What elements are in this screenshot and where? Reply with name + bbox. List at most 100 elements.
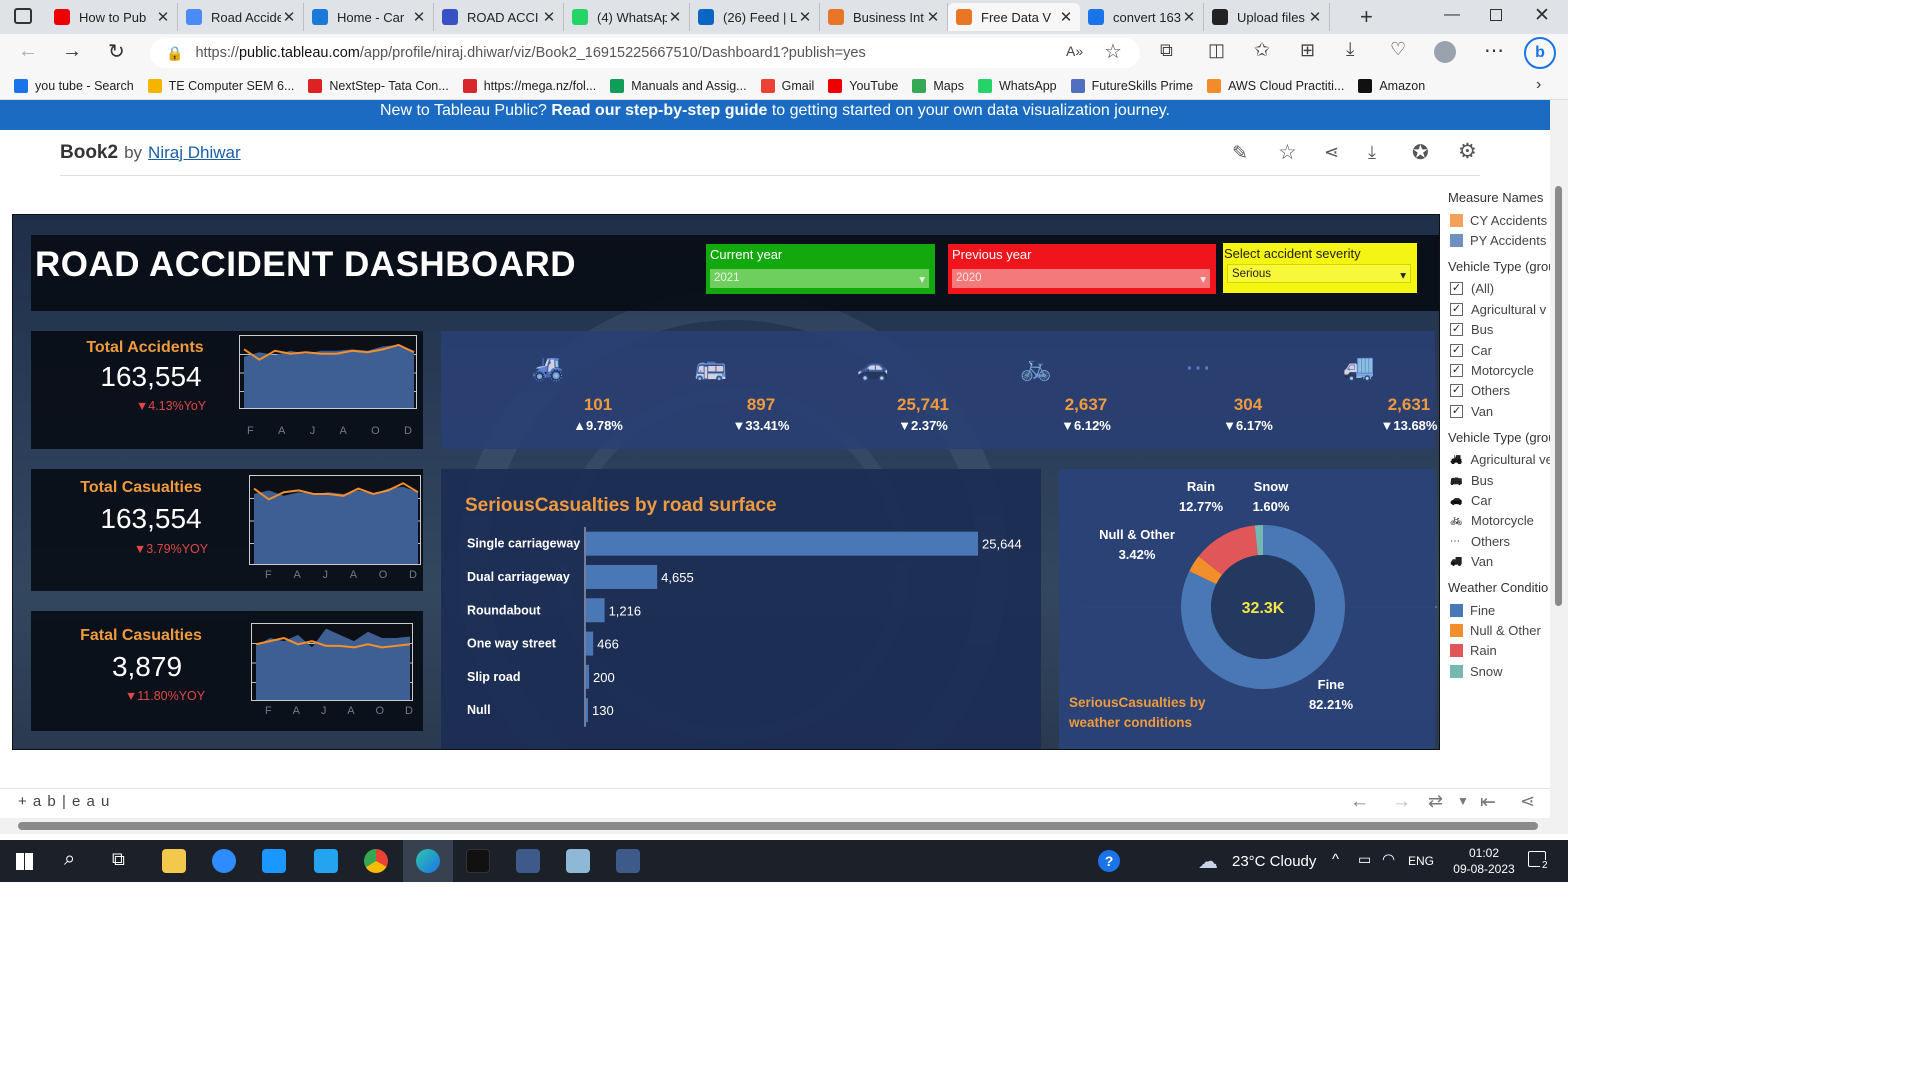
weather-text[interactable]: 23°C Cloudy <box>1232 853 1316 870</box>
bookmark-item[interactable]: Maps <box>912 78 964 93</box>
vehicle-filter-checkbox[interactable]: ✓ (All) <box>1450 279 1552 299</box>
vscode-icon[interactable] <box>314 849 338 873</box>
bookmark-item[interactable]: you tube - Search <box>14 78 134 93</box>
new-tab-button[interactable]: + <box>1360 4 1373 30</box>
vehicle-filter-checkbox[interactable]: ✓ Car <box>1450 340 1552 360</box>
tab-close-icon[interactable]: ✕ <box>541 8 557 26</box>
tab-close-icon[interactable]: ✕ <box>1058 8 1074 26</box>
checkbox-checked-icon[interactable]: ✓ <box>1450 343 1463 357</box>
weather-legend-item[interactable]: Null & Other <box>1450 620 1552 640</box>
bookmark-item[interactable]: Amazon <box>1358 78 1425 93</box>
favorite-star-icon[interactable]: ☆ <box>1104 39 1122 64</box>
browser-tab[interactable]: Home - Car ✕ <box>304 3 434 31</box>
vehicle-shape-legend-item[interactable]: 🚜 Agricultural ve <box>1450 450 1552 470</box>
weather-legend-item[interactable]: Rain <box>1450 641 1552 661</box>
clock[interactable]: 01:02 09-08-2023 <box>1444 845 1524 877</box>
collections-icon[interactable]: ⊞ <box>1300 40 1315 61</box>
heartbeat-icon[interactable]: ♡ <box>1390 39 1406 60</box>
metrics-icon[interactable]: ✪ <box>1412 140 1429 165</box>
current-year-select[interactable]: 2021 ▾ <box>710 269 929 288</box>
netflix-icon[interactable] <box>466 849 490 873</box>
windows-start-icon[interactable] <box>16 853 33 870</box>
read-aloud-icon[interactable]: A» <box>1066 43 1083 59</box>
close-window-button[interactable]: ✕ <box>1534 4 1550 27</box>
author-link[interactable]: Niraj Dhiwar <box>148 143 241 163</box>
browser-tab[interactable]: Free Data V ✕ <box>948 3 1080 31</box>
help-icon[interactable]: ? <box>1098 850 1120 872</box>
browser-tab[interactable]: Upload files ✕ <box>1204 3 1330 31</box>
tab-actions-icon[interactable] <box>14 8 32 24</box>
prime-video-icon[interactable] <box>262 849 286 873</box>
bookmark-item[interactable]: Gmail <box>760 78 814 93</box>
restore-button[interactable] <box>1490 9 1502 21</box>
hscroll-thumb[interactable] <box>18 822 1538 830</box>
vehicle-shape-legend-item[interactable]: 🚗 Car <box>1450 490 1552 510</box>
current-year-filter[interactable]: Current year 2021 ▾ <box>706 244 935 294</box>
undo-icon[interactable]: ← <box>1350 791 1369 813</box>
tray-chevron-icon[interactable]: ^ <box>1332 851 1339 868</box>
browser-tab[interactable]: (26) Feed | L ✕ <box>690 3 820 31</box>
extensions-icon[interactable]: ⧉ <box>1160 40 1173 61</box>
favorite-icon[interactable]: ☆ <box>1278 140 1297 165</box>
tableau-icon[interactable] <box>516 849 540 873</box>
redo-icon[interactable]: → <box>1392 791 1411 813</box>
bookmark-item[interactable]: FutureSkills Prime <box>1070 78 1193 93</box>
wifi-icon[interactable]: ◠ <box>1382 850 1395 868</box>
tableau-logo[interactable]: + a b | e a u <box>18 793 110 810</box>
bookmark-item[interactable]: https://mega.nz/fol... <box>462 78 596 93</box>
tab-close-icon[interactable]: ✕ <box>411 8 427 26</box>
bookmark-item[interactable]: TE Computer SEM 6... <box>147 78 294 93</box>
bookmarks-more-icon[interactable]: › <box>1536 76 1541 94</box>
bing-copilot-icon[interactable]: b <box>1524 37 1556 69</box>
url-field[interactable]: 🔒 https://public.tableau.com/app/profile… <box>150 38 1140 68</box>
browser-tab[interactable]: Business Int ✕ <box>820 3 948 31</box>
banner-guide-link[interactable]: Read our step-by-step guide <box>551 102 767 119</box>
tab-close-icon[interactable]: ✕ <box>1307 8 1323 26</box>
vehicle-shape-legend-item[interactable]: 🚲 Motorcycle <box>1450 511 1552 531</box>
bookmark-item[interactable]: AWS Cloud Practiti... <box>1207 78 1344 93</box>
tab-close-icon[interactable]: ✕ <box>281 8 297 26</box>
search-icon[interactable]: ⌕ <box>64 848 75 871</box>
app-icon[interactable] <box>566 849 590 873</box>
vehicle-filter-checkbox[interactable]: ✓ Motorcycle <box>1450 360 1552 380</box>
forward-icon[interactable]: → <box>62 40 82 63</box>
vertical-scrollbar[interactable] <box>1550 100 1568 834</box>
settings-gear-icon[interactable]: ⚙ <box>1458 139 1477 164</box>
browser-tab[interactable]: How to Pub ✕ <box>46 3 178 31</box>
checkbox-checked-icon[interactable]: ✓ <box>1450 282 1463 296</box>
checkbox-checked-icon[interactable]: ✓ <box>1450 404 1463 418</box>
tab-close-icon[interactable]: ✕ <box>667 8 683 26</box>
revert-icon[interactable]: ⇄ <box>1428 791 1443 812</box>
previous-year-filter[interactable]: Previous year 2020 ▾ <box>948 244 1216 294</box>
tab-close-icon[interactable]: ✕ <box>925 8 941 26</box>
revert-menu-chevron-icon[interactable]: ▼ <box>1457 794 1469 808</box>
tab-close-icon[interactable]: ✕ <box>155 8 171 26</box>
weather-legend-item[interactable]: Fine <box>1450 600 1552 620</box>
split-screen-icon[interactable]: ◫ <box>1208 40 1225 61</box>
tableau-public-icon[interactable] <box>616 849 640 873</box>
bookmark-item[interactable]: YouTube <box>828 78 898 93</box>
zoom-icon[interactable] <box>212 849 236 873</box>
edit-icon[interactable]: ✎ <box>1232 142 1248 165</box>
refresh-icon[interactable]: ↻ <box>108 39 125 64</box>
downloads-icon[interactable]: ⤓ <box>1346 39 1354 61</box>
bookmark-item[interactable]: WhatsApp <box>977 78 1057 93</box>
edge-icon[interactable] <box>416 849 440 873</box>
previous-year-select[interactable]: 2020 ▾ <box>952 269 1210 288</box>
profile-avatar[interactable] <box>1434 41 1456 63</box>
footer-share-icon[interactable]: ⋖ <box>1520 791 1535 812</box>
favorites-icon[interactable]: ✩ <box>1254 39 1270 62</box>
measure-legend-item[interactable]: CY Accidents <box>1450 210 1552 230</box>
back-icon[interactable]: ← <box>18 40 38 63</box>
language-indicator[interactable]: ENG <box>1408 854 1434 868</box>
browser-tab[interactable]: convert 163 ✕ <box>1080 3 1204 31</box>
browser-tab[interactable]: ROAD ACCI ✕ <box>434 3 564 31</box>
browser-tab[interactable]: Road Accide ✕ <box>178 3 304 31</box>
horizontal-scrollbar[interactable] <box>0 818 1568 834</box>
more-menu-icon[interactable]: ⋯ <box>1484 38 1504 63</box>
checkbox-checked-icon[interactable]: ✓ <box>1450 302 1463 316</box>
checkbox-checked-icon[interactable]: ✓ <box>1450 384 1463 398</box>
vehicle-filter-checkbox[interactable]: ✓ Others <box>1450 381 1552 401</box>
vehicle-shape-legend-item[interactable]: 🚚 Van <box>1450 551 1552 571</box>
checkbox-checked-icon[interactable]: ✓ <box>1450 364 1463 378</box>
